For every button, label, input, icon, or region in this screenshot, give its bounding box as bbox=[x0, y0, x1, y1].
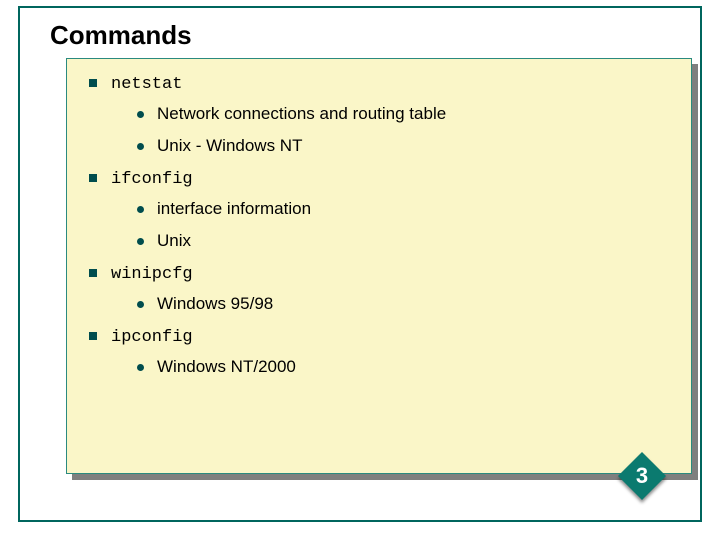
detail-text: Windows NT/2000 bbox=[157, 357, 296, 376]
square-bullet-icon bbox=[89, 79, 97, 87]
square-bullet-icon bbox=[89, 332, 97, 340]
detail-item: Windows NT/2000 bbox=[135, 357, 673, 377]
command-name: winipcfg bbox=[111, 265, 193, 284]
dot-bullet-icon bbox=[137, 364, 144, 371]
dot-bullet-icon bbox=[137, 206, 144, 213]
command-item: ipconfig Windows NT/2000 bbox=[85, 326, 673, 377]
dot-bullet-icon bbox=[137, 301, 144, 308]
page-title: Commands bbox=[50, 20, 192, 51]
dot-bullet-icon bbox=[137, 238, 144, 245]
command-name: ipconfig bbox=[111, 328, 193, 347]
detail-item: Windows 95/98 bbox=[135, 294, 673, 314]
detail-text: Network connections and routing table bbox=[157, 104, 446, 123]
detail-item: Unix bbox=[135, 231, 673, 251]
command-item: netstat Network connections and routing … bbox=[85, 73, 673, 156]
slide-frame: Commands netstat Network connections and… bbox=[18, 6, 702, 522]
square-bullet-icon bbox=[89, 269, 97, 277]
detail-list: Network connections and routing table Un… bbox=[135, 104, 673, 156]
square-bullet-icon bbox=[89, 174, 97, 182]
detail-item: Network connections and routing table bbox=[135, 104, 673, 124]
command-name: netstat bbox=[111, 75, 182, 94]
detail-list: Windows NT/2000 bbox=[135, 357, 673, 377]
detail-list: interface information Unix bbox=[135, 199, 673, 251]
detail-text: Unix - Windows NT bbox=[157, 136, 302, 155]
detail-item: Unix - Windows NT bbox=[135, 136, 673, 156]
detail-item: interface information bbox=[135, 199, 673, 219]
detail-list: Windows 95/98 bbox=[135, 294, 673, 314]
dot-bullet-icon bbox=[137, 143, 144, 150]
page-badge: 3 bbox=[618, 452, 666, 500]
command-item: winipcfg Windows 95/98 bbox=[85, 263, 673, 314]
page-number: 3 bbox=[636, 463, 648, 489]
content-box: netstat Network connections and routing … bbox=[66, 58, 692, 474]
command-list: netstat Network connections and routing … bbox=[85, 73, 673, 377]
detail-text: Windows 95/98 bbox=[157, 294, 273, 313]
dot-bullet-icon bbox=[137, 111, 144, 118]
command-name: ifconfig bbox=[111, 170, 193, 189]
command-item: ifconfig interface information Unix bbox=[85, 168, 673, 251]
detail-text: interface information bbox=[157, 199, 311, 218]
detail-text: Unix bbox=[157, 231, 191, 250]
